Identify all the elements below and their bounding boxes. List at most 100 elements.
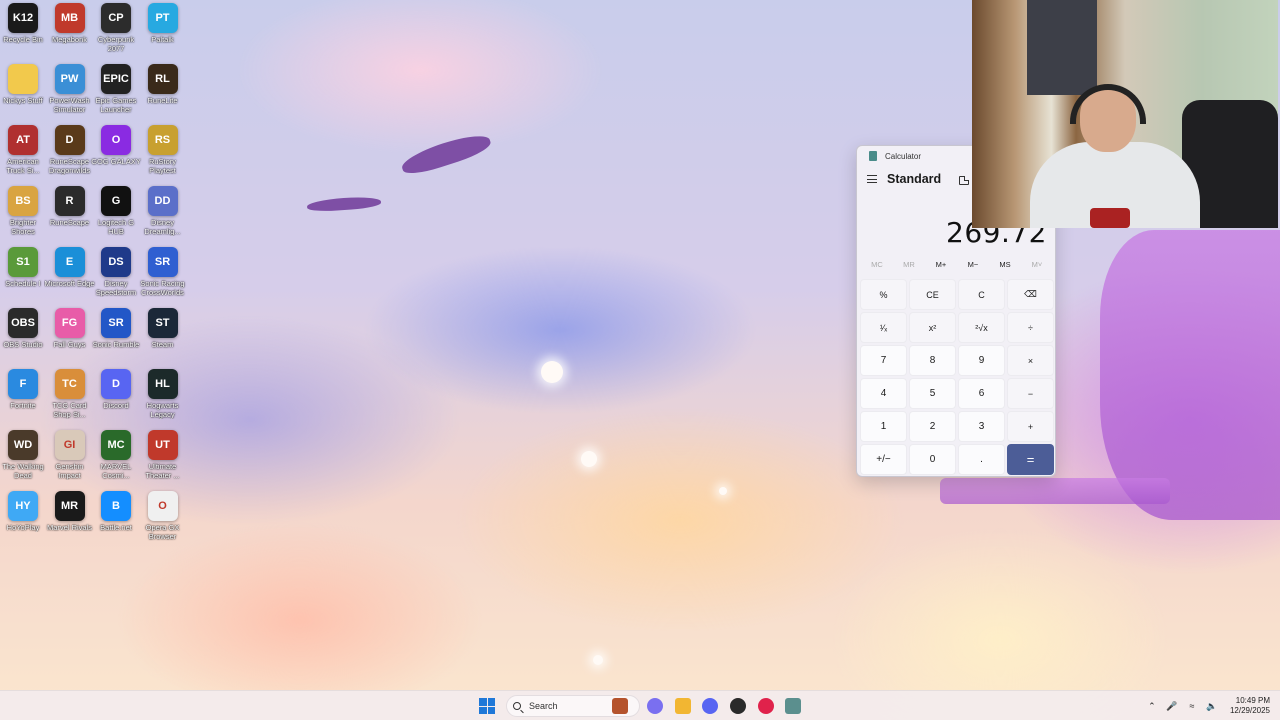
- digit-3-key[interactable]: 3: [958, 411, 1005, 442]
- chevron-up-icon[interactable]: ⌃: [1146, 700, 1158, 712]
- memory-button[interactable]: MC: [861, 260, 893, 269]
- memory-button[interactable]: M−: [957, 260, 989, 269]
- square-root-key[interactable]: ²√x: [958, 312, 1005, 343]
- app-icon: GI: [54, 430, 85, 460]
- desktop-shortcut[interactable]: B Battle.net: [92, 491, 140, 532]
- memory-button[interactable]: MS: [989, 260, 1021, 269]
- shortcut-label: Schedule I: [5, 279, 41, 288]
- desktop-shortcut[interactable]: G Logitech G HUB: [92, 186, 140, 236]
- desktop-shortcut[interactable]: D Discord: [92, 369, 140, 410]
- subtract-key[interactable]: −: [1007, 378, 1054, 409]
- hamburger-menu-icon[interactable]: [867, 175, 877, 183]
- desktop-shortcut[interactable]: DS Disney Speedstorm: [92, 247, 140, 297]
- desktop-shortcut[interactable]: K12 Recycle Bin: [0, 3, 47, 44]
- desktop-shortcut[interactable]: FG Fall Guys: [46, 308, 94, 349]
- desktop-shortcut[interactable]: MB Megabonk: [46, 3, 94, 44]
- digit-5-key[interactable]: 5: [909, 378, 956, 409]
- desktop-shortcut[interactable]: EPIC Epic Games Launcher: [92, 64, 140, 114]
- calculator-taskbar-icon[interactable]: [785, 698, 801, 714]
- desktop-shortcut[interactable]: S1 Schedule I: [0, 247, 47, 288]
- window-title: Calculator: [885, 151, 922, 161]
- desktop-shortcut[interactable]: PT Paltalk: [139, 3, 187, 44]
- desktop-shortcut[interactable]: CP Cyberpunk 2077: [92, 3, 140, 53]
- desktop-shortcut[interactable]: MR Marvel Rivals: [46, 491, 94, 532]
- desktop-shortcut[interactable]: OBS OBS Studio: [0, 308, 47, 349]
- app-icon: EPIC: [101, 64, 131, 94]
- desktop-shortcut[interactable]: HY HoYoPlay: [0, 491, 47, 532]
- desktop-shortcut[interactable]: AT American Truck Si...: [0, 125, 47, 175]
- clock-time: 10:49 PM: [1235, 696, 1270, 705]
- app-icon: DS: [101, 247, 131, 277]
- volume-icon[interactable]: 🔈: [1206, 700, 1218, 712]
- shortcut-label: RuneLite: [147, 96, 178, 105]
- desktop-shortcut[interactable]: DD Disney Dreamlig...: [139, 186, 187, 236]
- desktop-shortcut[interactable]: BS Brighter Shores: [0, 186, 47, 236]
- desktop-shortcut[interactable]: GI Genshin Impact: [46, 430, 94, 480]
- desktop-shortcut[interactable]: Nickys Stuff: [0, 64, 47, 105]
- obs-taskbar-icon[interactable]: [730, 698, 746, 714]
- desktop-shortcut[interactable]: SR Sonic Rumble: [92, 308, 140, 349]
- copilot-icon[interactable]: [647, 698, 663, 714]
- app-icon: MC: [101, 430, 131, 460]
- digit-2-key[interactable]: 2: [909, 411, 956, 442]
- bird-shape: [306, 195, 382, 213]
- digit-9-key[interactable]: 9: [958, 345, 1005, 376]
- floating-island: [940, 478, 1170, 504]
- wifi-icon[interactable]: ≈: [1186, 700, 1198, 712]
- desktop-shortcut[interactable]: O GOG GALAXY: [91, 125, 141, 166]
- light-orb: [593, 655, 603, 665]
- multiply-key[interactable]: ×: [1007, 345, 1054, 376]
- keep-on-top-icon[interactable]: [959, 176, 969, 185]
- desktop-shortcut[interactable]: O Opera GX Browser: [139, 491, 187, 541]
- desktop-shortcut[interactable]: D RuneScape Dragonwilds: [46, 125, 94, 175]
- divide-key[interactable]: ÷: [1007, 312, 1054, 343]
- taskbar-clock[interactable]: 10:49 PM 12/29/2025: [1230, 696, 1270, 716]
- percent-key[interactable]: %: [860, 279, 907, 310]
- clear-entry-key[interactable]: CE: [909, 279, 956, 310]
- digit-1-key[interactable]: 1: [860, 411, 907, 442]
- shortcut-label: Ultimate Theater ...: [145, 462, 180, 480]
- discord-taskbar-icon[interactable]: [702, 698, 718, 714]
- negate-key[interactable]: +/−: [860, 444, 907, 475]
- digit-0-key[interactable]: 0: [909, 444, 956, 475]
- app-icon: PT: [147, 3, 178, 33]
- desktop-shortcut[interactable]: E Microsoft Edge: [44, 247, 95, 288]
- desktop-shortcut[interactable]: ST Steam: [139, 308, 187, 349]
- light-orb: [581, 451, 597, 467]
- digit-4-key[interactable]: 4: [860, 378, 907, 409]
- desktop-shortcut[interactable]: RL RuneLite: [139, 64, 187, 105]
- desktop-shortcut[interactable]: WD The Walking Dead: [0, 430, 47, 480]
- memory-button[interactable]: M˅: [1021, 260, 1053, 269]
- reciprocal-key[interactable]: ¹⁄ₓ: [860, 312, 907, 343]
- add-key[interactable]: +: [1007, 411, 1054, 442]
- shortcut-label: Sonic Racing CrossWorlds: [140, 279, 185, 297]
- square-key[interactable]: x²: [909, 312, 956, 343]
- opera-gx-taskbar-icon[interactable]: [758, 698, 774, 714]
- desktop-shortcut[interactable]: TC TCG Card Shop Si...: [46, 369, 94, 419]
- desktop-shortcut[interactable]: PW PowerWash Simulator: [46, 64, 94, 114]
- memory-button[interactable]: MR: [893, 260, 925, 269]
- shortcut-label: RuStory Playtest: [148, 157, 177, 175]
- desktop-shortcut[interactable]: R RuneScape: [46, 186, 94, 227]
- digit-8-key[interactable]: 8: [909, 345, 956, 376]
- guitar-app-icon[interactable]: [612, 698, 628, 714]
- equals-key[interactable]: =: [1007, 444, 1054, 475]
- desktop-shortcut[interactable]: HL Hogwarts Legacy: [139, 369, 187, 419]
- desktop-shortcut[interactable]: MC MARVEL Cosmi...: [92, 430, 140, 480]
- shortcut-label: PowerWash Simulator: [49, 96, 90, 114]
- memory-button[interactable]: M+: [925, 260, 957, 269]
- digit-7-key[interactable]: 7: [860, 345, 907, 376]
- app-icon: S1: [8, 247, 38, 277]
- desktop-shortcut[interactable]: F Fortnite: [0, 369, 47, 410]
- decimal-key[interactable]: .: [958, 444, 1005, 475]
- microphone-icon[interactable]: 🎤: [1166, 700, 1178, 712]
- desktop-shortcut[interactable]: RS RuStory Playtest: [139, 125, 187, 175]
- desktop-shortcut[interactable]: SR Sonic Racing CrossWorlds: [139, 247, 187, 297]
- windows-start-icon[interactable]: [479, 698, 495, 714]
- calculator-mode-title: Standard: [887, 172, 942, 186]
- backspace-key[interactable]: ⌫: [1007, 279, 1054, 310]
- file-explorer-icon[interactable]: [675, 698, 691, 714]
- digit-6-key[interactable]: 6: [958, 378, 1005, 409]
- desktop-shortcut[interactable]: UT Ultimate Theater ...: [139, 430, 187, 480]
- clear-key[interactable]: C: [958, 279, 1005, 310]
